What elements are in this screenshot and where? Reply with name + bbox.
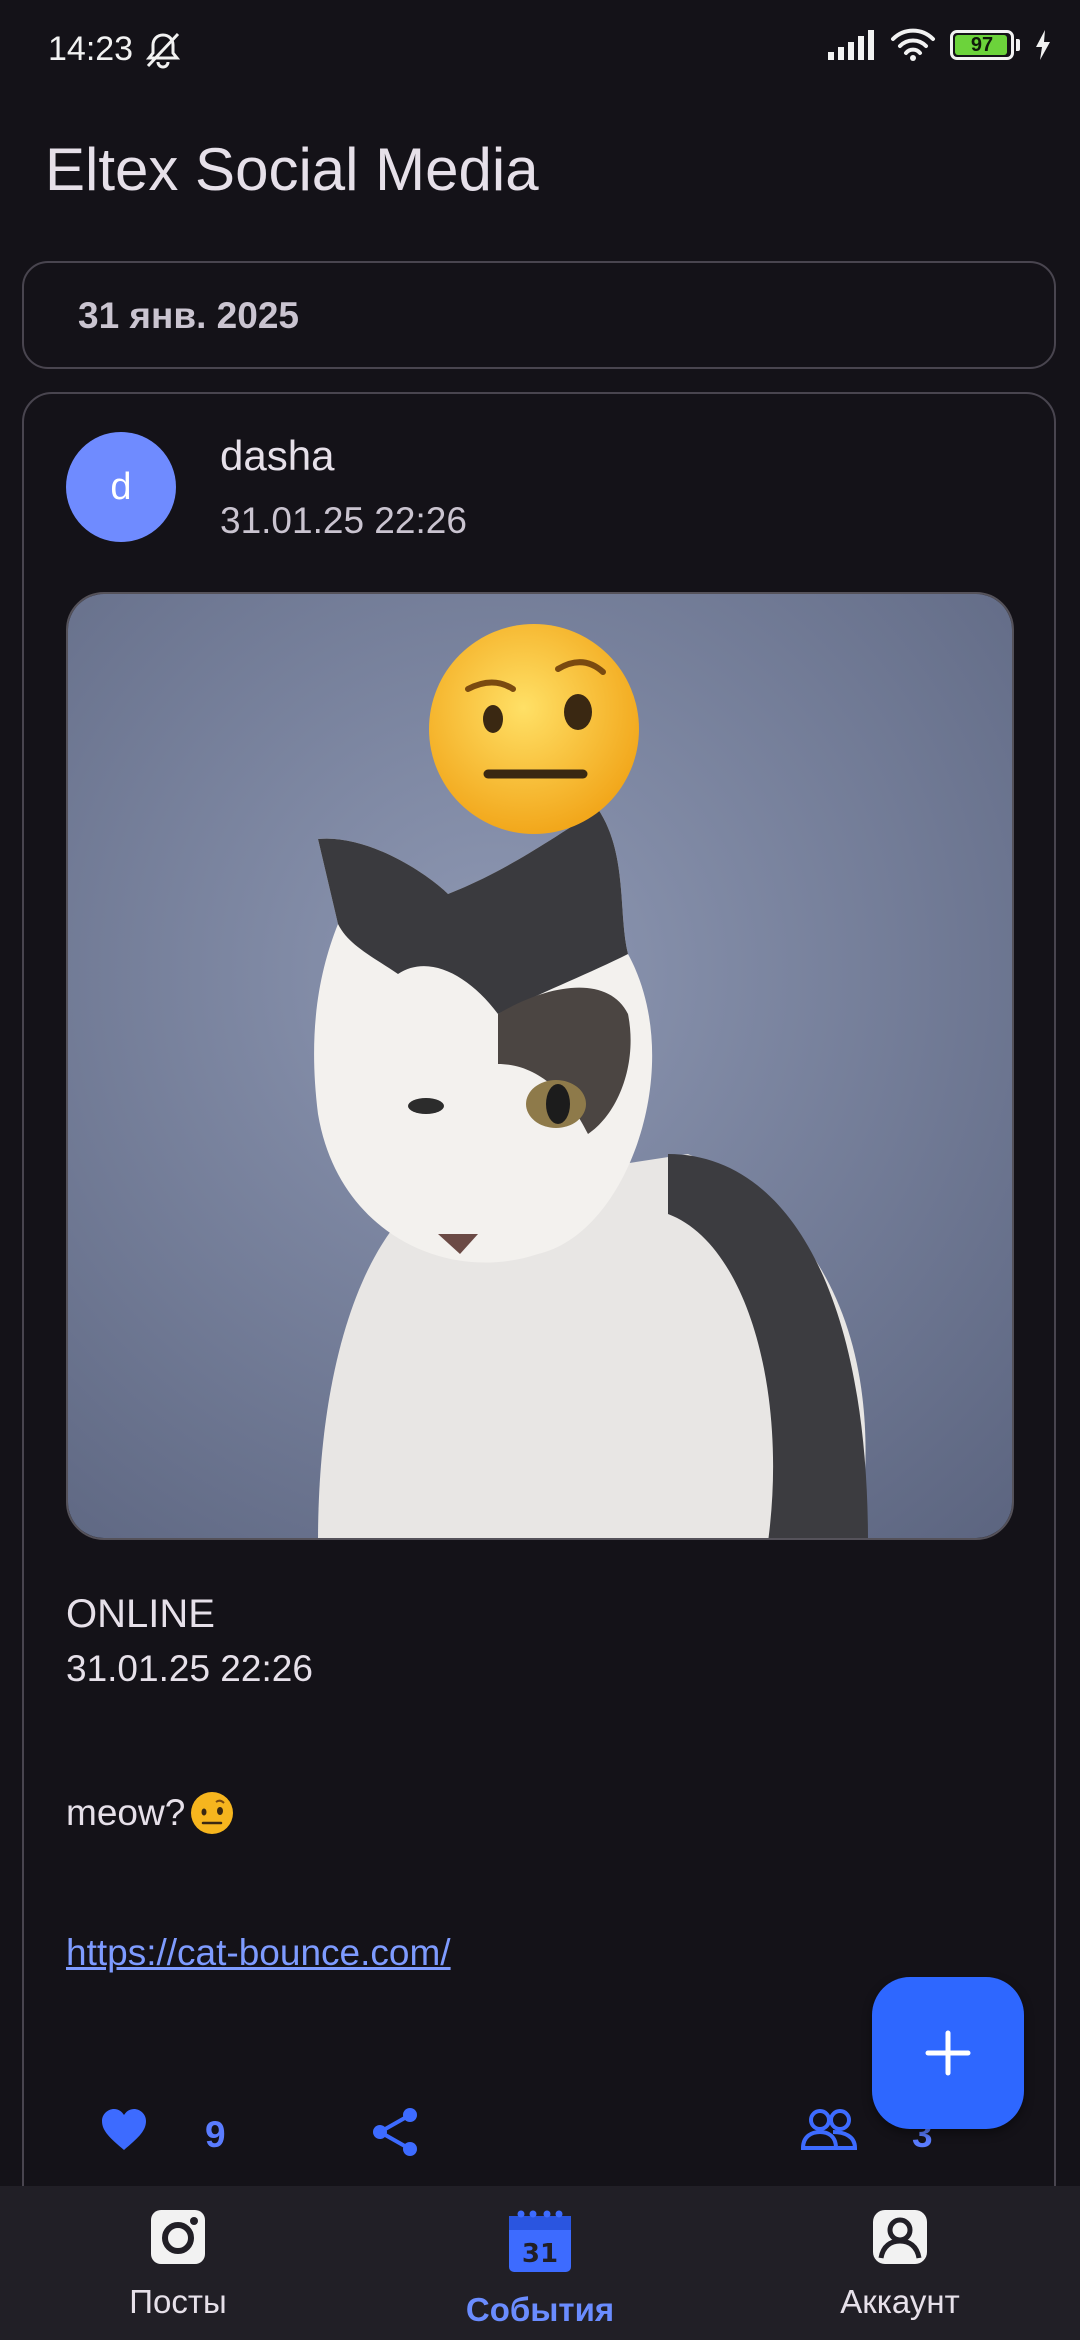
battery-level: 97 [970,34,994,56]
bottom-navigation: Посты 31 События Аккаунт [0,2186,1080,2340]
battery-indicator: 97 [950,30,1014,60]
nav-item-account[interactable]: Аккаунт [750,2208,1050,2321]
plus-icon [925,2030,971,2076]
signal-icon [828,30,874,60]
nav-label-events: События [465,2291,615,2328]
nav-item-events[interactable]: 31 События [390,2208,690,2329]
charging-icon [1036,30,1050,60]
event-type: ONLINE [66,1592,215,1636]
posts-icon [151,2210,205,2264]
notifications-off-icon [145,32,181,69]
calendar-icon: 31 [509,2210,571,2272]
cat-photo [68,594,1012,1538]
add-event-button[interactable] [872,1977,1024,2129]
nav-label-posts: Посты [129,2283,227,2320]
share-icon[interactable] [370,2106,420,2158]
post-link[interactable]: https://cat-bounce.com/ [66,1932,451,1974]
date-filter-chip[interactable]: 31 янв. 2025 [22,261,1056,369]
nav-label-account: Аккаунт [840,2283,960,2320]
svg-text:31: 31 [522,2239,558,2269]
post-content: meow? [66,1790,235,1836]
like-count: 9 [205,2114,226,2155]
participants-icon[interactable] [800,2108,858,2152]
status-bar: 14:23 97 [0,0,1080,100]
date-chip-label: 31 янв. 2025 [78,295,299,336]
status-time: 14:23 [48,30,134,68]
wifi-icon [891,28,935,61]
post-content-text: meow? [66,1792,186,1833]
battery-tip [1016,39,1020,51]
author-name: dasha [220,432,335,479]
post-image[interactable] [66,592,1014,1540]
avatar[interactable]: d [66,432,176,542]
event-time: 31.01.25 22:26 [66,1648,313,1689]
nav-item-posts[interactable]: Посты [28,2208,328,2321]
published-time: 31.01.25 22:26 [220,500,467,541]
raised-eyebrow-emoji-icon [191,1792,234,1834]
app-title: Eltex Social Media [45,136,539,203]
account-icon [873,2210,927,2264]
heart-icon[interactable] [100,2108,148,2152]
